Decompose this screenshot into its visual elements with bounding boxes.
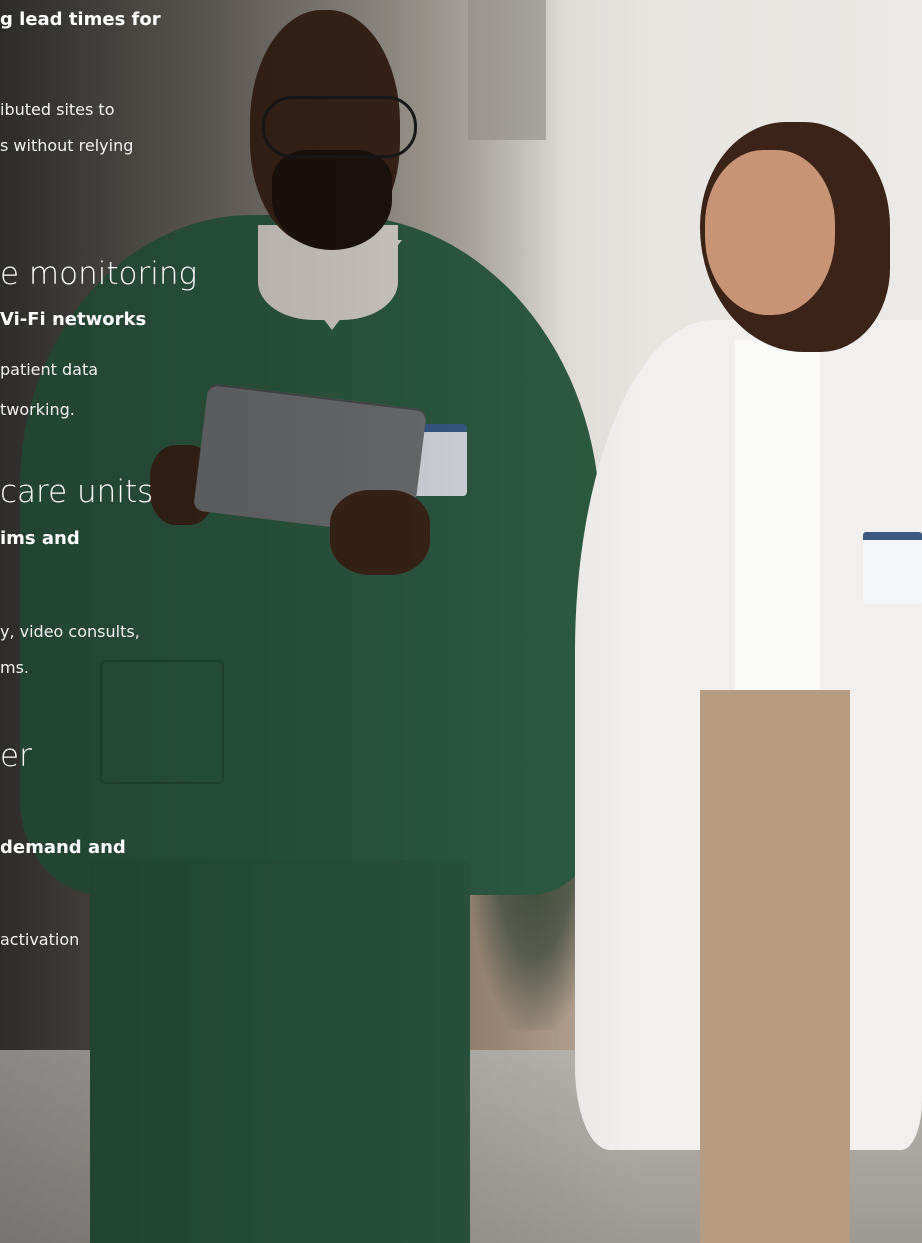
section-body-line: ibuted sites to <box>0 100 115 119</box>
section-heading: e monitoring <box>0 256 198 292</box>
section-subheading: g lead times for <box>0 9 161 30</box>
section-body-line: y, video consults, <box>0 622 140 641</box>
section-body-line: ms. <box>0 658 30 677</box>
section-subheading: Vi-Fi networks <box>0 309 147 330</box>
section-body-line: patient data <box>0 360 99 379</box>
section-subheading: demand and <box>0 837 126 858</box>
section-body-line: tworking. <box>0 400 75 419</box>
section-heading: care units <box>0 474 154 510</box>
section-heading: er <box>0 738 32 774</box>
section-subheading: ims and <box>0 528 80 549</box>
section-body-line: activation <box>0 930 80 949</box>
section-body-line: s without relying <box>0 136 134 155</box>
